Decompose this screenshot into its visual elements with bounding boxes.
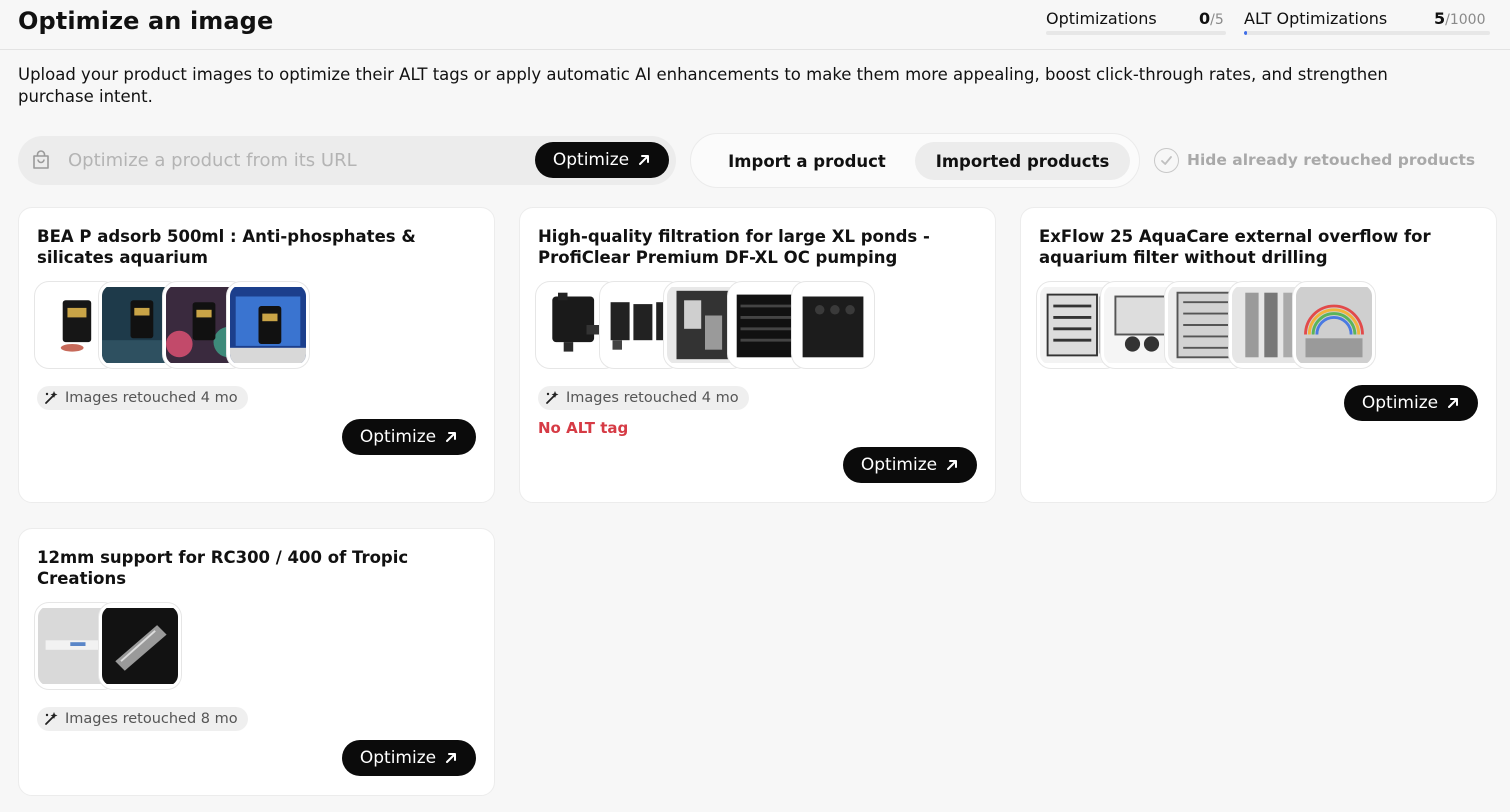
product-optimize-button-label: Optimize xyxy=(860,455,938,475)
product-optimize-button[interactable]: Optimize xyxy=(342,740,476,776)
url-optimize-button[interactable]: Optimize xyxy=(535,142,669,178)
product-optimize-button[interactable]: Optimize xyxy=(342,419,476,455)
shopping-bag-icon xyxy=(33,150,49,169)
hide-retouched-label: Hide already retouched products xyxy=(1187,151,1476,169)
product-optimize-button-label: Optimize xyxy=(1361,393,1439,413)
alt-optimizations-progress xyxy=(1244,31,1490,35)
alt-optimizations-count: 5/1000 xyxy=(1434,9,1486,28)
product-image[interactable] xyxy=(792,282,874,368)
product-image[interactable] xyxy=(1293,282,1375,368)
arrow-up-right-icon xyxy=(446,753,457,763)
sparkle-wand-icon xyxy=(546,391,559,404)
product-title: High-quality filtration for large XL pon… xyxy=(538,227,930,267)
product-card: High-quality filtration for large XL pon… xyxy=(519,207,996,503)
sparkle-wand-icon xyxy=(45,712,58,725)
retouched-badge-label: Images retouched 4 mo xyxy=(65,390,238,406)
alt-optimizations-progress-fill xyxy=(1244,31,1247,35)
optimizations-label: Optimizations xyxy=(1046,9,1157,28)
product-title: 12mm support for RC300 / 400 of Tropic C… xyxy=(37,548,409,588)
product-source-tabs: Import a product Imported products xyxy=(690,133,1140,188)
arrow-up-right-icon xyxy=(1448,398,1459,408)
retouched-badge: Images retouched 8 mo xyxy=(37,707,248,731)
product-optimize-button-label: Optimize xyxy=(359,748,437,768)
tab-import-product[interactable]: Import a product xyxy=(709,142,905,180)
product-optimize-button-label: Optimize xyxy=(359,427,437,447)
retouched-badge: Images retouched 4 mo xyxy=(538,386,749,410)
product-optimize-button[interactable]: Optimize xyxy=(843,447,977,483)
retouched-badge: Images retouched 4 mo xyxy=(37,386,248,410)
url-search-bar: Optimize xyxy=(18,136,676,185)
sparkle-wand-icon xyxy=(45,391,58,404)
hide-retouched-toggle[interactable]: Hide already retouched products xyxy=(1154,147,1475,173)
page-header: Optimize an image Optimizations 0/5 ALT … xyxy=(0,0,1510,50)
optimizations-progress xyxy=(1046,31,1226,35)
product-image[interactable] xyxy=(227,282,309,368)
tab-imported-products[interactable]: Imported products xyxy=(915,142,1130,180)
product-card: ExFlow 25 AquaCare external overflow for… xyxy=(1020,207,1497,503)
alt-optimizations-label: ALT Optimizations xyxy=(1244,9,1388,28)
alt-optimizations-stat: ALT Optimizations 5/1000 xyxy=(1244,9,1490,39)
product-optimize-button[interactable]: Optimize xyxy=(1344,385,1478,421)
url-input[interactable] xyxy=(68,144,528,176)
product-card: 12mm support for RC300 / 400 of Tropic C… xyxy=(18,528,495,796)
no-alt-warning: No ALT tag xyxy=(538,419,629,437)
optimizations-stat: Optimizations 0/5 xyxy=(1046,9,1226,39)
page-description: Upload your product images to optimize t… xyxy=(18,65,1388,106)
check-icon xyxy=(1161,155,1172,165)
retouched-badge-label: Images retouched 4 mo xyxy=(566,390,739,406)
product-title: BEA P adsorb 500ml : Anti-phosphates & s… xyxy=(37,227,416,267)
arrow-up-right-icon xyxy=(446,432,457,442)
product-card: BEA P adsorb 500ml : Anti-phosphates & s… xyxy=(18,207,495,503)
arrow-up-right-icon xyxy=(947,460,958,470)
retouched-badge-label: Images retouched 8 mo xyxy=(65,711,238,727)
product-title: ExFlow 25 AquaCare external overflow for… xyxy=(1039,227,1431,267)
arrow-up-right-icon xyxy=(639,155,650,165)
page-title: Optimize an image xyxy=(18,7,274,35)
product-image[interactable] xyxy=(99,603,181,689)
hide-retouched-checkbox[interactable] xyxy=(1154,147,1179,173)
optimizations-count: 0/5 xyxy=(1199,9,1224,28)
url-optimize-button-label: Optimize xyxy=(552,150,630,170)
